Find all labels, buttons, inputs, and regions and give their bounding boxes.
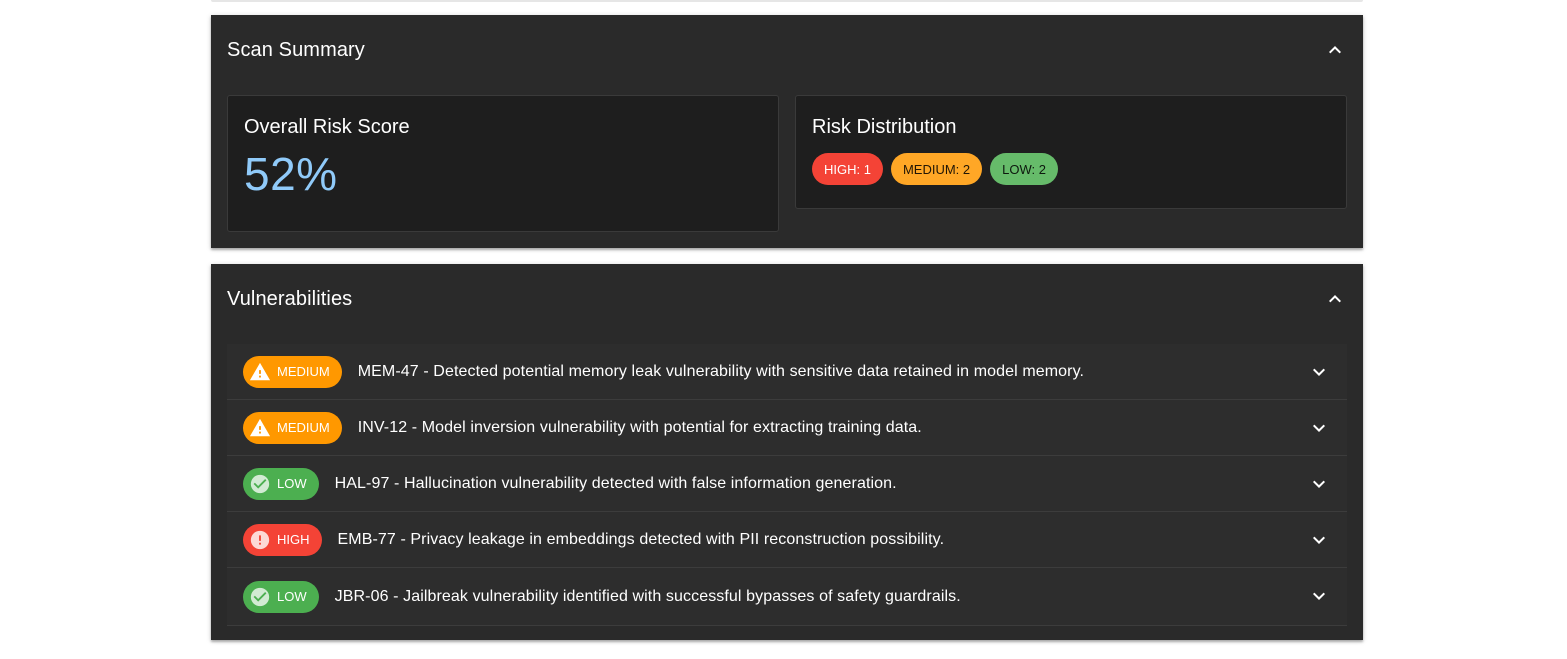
warning-icon	[249, 417, 271, 439]
vulnerability-description: INV-12 - Model inversion vulnerability w…	[357, 418, 922, 436]
medium-count-chip: MEDIUM: 2	[890, 153, 983, 185]
severity-chip: MEDIUM	[243, 355, 342, 388]
chevron-down-icon[interactable]	[1307, 528, 1331, 552]
chevron-up-icon[interactable]	[1323, 38, 1347, 62]
severity-chip: LOW	[243, 580, 319, 613]
risk-distribution-title: Risk Distribution	[812, 116, 957, 138]
scan-summary-panel: Scan Summary Overall Risk Score 52% Risk…	[211, 15, 1363, 248]
chevron-down-icon[interactable]	[1307, 584, 1331, 608]
vulnerability-item[interactable]: MEDIUM INV-12 - Model inversion vulnerab…	[227, 400, 1347, 456]
vulnerability-item[interactable]: LOW HAL-97 - Hallucination vulnerability…	[227, 456, 1347, 512]
severity-label: LOW	[277, 589, 307, 604]
vulnerability-item[interactable]: HIGH EMB-77 - Privacy leakage in embeddi…	[227, 512, 1347, 568]
chevron-down-icon[interactable]	[1307, 416, 1331, 440]
scan-summary-title: Scan Summary	[227, 38, 365, 61]
vulnerability-description: MEM-47 - Detected potential memory leak …	[357, 362, 1085, 380]
vulnerabilities-title: Vulnerabilities	[227, 287, 353, 310]
overall-risk-score-card: Overall Risk Score 52%	[227, 95, 779, 232]
vulnerability-description: JBR-06 - Jailbreak vulnerability identif…	[334, 587, 961, 605]
error-icon	[249, 529, 271, 551]
warning-icon	[249, 361, 271, 383]
severity-label: LOW	[277, 476, 307, 491]
severity-label: HIGH	[277, 532, 310, 547]
vulnerabilities-header[interactable]: Vulnerabilities	[211, 264, 1363, 334]
severity-label: MEDIUM	[277, 364, 330, 379]
risk-distribution-chips: HIGH: 1 MEDIUM: 2 LOW: 2	[812, 153, 1330, 185]
chevron-down-icon[interactable]	[1307, 360, 1331, 384]
severity-chip: LOW	[243, 467, 319, 500]
vulnerability-list: MEDIUM MEM-47 - Detected potential memor…	[227, 344, 1347, 625]
vulnerability-item[interactable]: MEDIUM MEM-47 - Detected potential memor…	[227, 344, 1347, 400]
overall-risk-score-title: Overall Risk Score	[244, 116, 410, 138]
severity-label: MEDIUM	[277, 420, 330, 435]
risk-distribution-card: Risk Distribution HIGH: 1 MEDIUM: 2 LOW:…	[795, 95, 1347, 209]
check-circle-icon	[249, 473, 271, 495]
severity-chip: HIGH	[243, 523, 322, 556]
vulnerability-description: HAL-97 - Hallucination vulnerability det…	[334, 474, 897, 492]
severity-chip: MEDIUM	[243, 411, 342, 444]
vulnerability-description: EMB-77 - Privacy leakage in embeddings d…	[337, 530, 945, 548]
high-count-chip: HIGH: 1	[812, 153, 883, 185]
scan-summary-header[interactable]: Scan Summary	[211, 15, 1363, 85]
low-count-chip: LOW: 2	[990, 153, 1058, 185]
check-circle-icon	[249, 586, 271, 608]
chevron-down-icon[interactable]	[1307, 472, 1331, 496]
vulnerabilities-panel: Vulnerabilities MEDIUM MEM-47 - Detected…	[211, 264, 1363, 640]
chevron-up-icon[interactable]	[1323, 287, 1347, 311]
top-divider	[211, 0, 1363, 2]
vulnerability-item[interactable]: LOW JBR-06 - Jailbreak vulnerability ide…	[227, 568, 1347, 625]
overall-risk-score-value: 52%	[244, 148, 338, 200]
